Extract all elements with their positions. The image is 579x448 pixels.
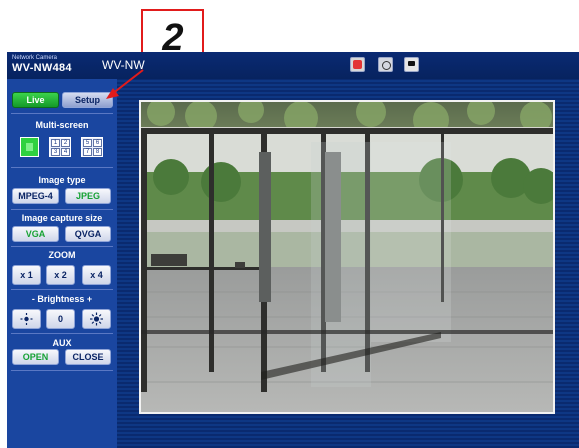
model-name: WV-NW484	[12, 62, 72, 74]
top-bar: Network Camera WV-NW484 WV-NW	[7, 52, 579, 79]
divider	[11, 246, 113, 247]
zoom-title: ZOOM	[48, 250, 76, 260]
multiscreen-quad-1-4-button[interactable]: 1 2 3 4	[49, 137, 71, 157]
image-type-title: Image type	[38, 175, 86, 185]
zoom-x2-button[interactable]: x 2	[46, 265, 75, 285]
divider	[11, 113, 113, 114]
divider	[11, 333, 113, 334]
zoom-x4-button[interactable]: x 4	[82, 265, 111, 285]
brightness-up-icon	[90, 312, 103, 326]
camera-window: Network Camera WV-NW484 WV-NW Live Setup…	[7, 52, 579, 448]
model-name-repeat: WV-NW	[102, 58, 145, 72]
vga-button[interactable]: VGA	[12, 226, 59, 242]
brightness-up-button[interactable]	[82, 309, 111, 329]
brand-line: Network Camera	[12, 55, 58, 61]
divider	[11, 289, 113, 290]
snapshot-icon[interactable]	[404, 57, 419, 72]
control-panel: Live Setup Multi-screen 1 2 3 4 5 6 7 8 …	[7, 79, 117, 448]
live-tab[interactable]: Live	[12, 92, 59, 108]
brightness-down-icon	[20, 313, 33, 325]
live-view-area	[117, 79, 579, 448]
aux-close-button[interactable]: CLOSE	[65, 349, 111, 365]
multiscreen-title: Multi-screen	[35, 120, 89, 130]
divider	[11, 370, 113, 371]
camera-image	[139, 100, 555, 414]
brightness-title: - Brightness +	[31, 294, 93, 304]
record-icon[interactable]	[350, 57, 365, 72]
setup-tab[interactable]: Setup	[62, 92, 113, 108]
capture-size-title: Image capture size	[21, 213, 103, 223]
qvga-button[interactable]: QVGA	[65, 226, 111, 242]
multiscreen-quad-5-8-button[interactable]: 5 6 7 8	[81, 137, 103, 157]
divider	[11, 167, 113, 168]
multiscreen-single-button[interactable]	[20, 137, 39, 157]
camera-scene-image	[141, 102, 553, 412]
display-mode-icon[interactable]	[378, 57, 393, 72]
aux-open-button[interactable]: OPEN	[12, 349, 59, 365]
aux-title: AUX	[52, 338, 72, 348]
brightness-reset-button[interactable]: 0	[46, 309, 75, 329]
jpeg-button[interactable]: JPEG	[65, 188, 111, 204]
mpeg4-button[interactable]: MPEG-4	[12, 188, 59, 204]
brightness-down-button[interactable]	[12, 309, 41, 329]
divider	[11, 209, 113, 210]
zoom-x1-button[interactable]: x 1	[12, 265, 41, 285]
